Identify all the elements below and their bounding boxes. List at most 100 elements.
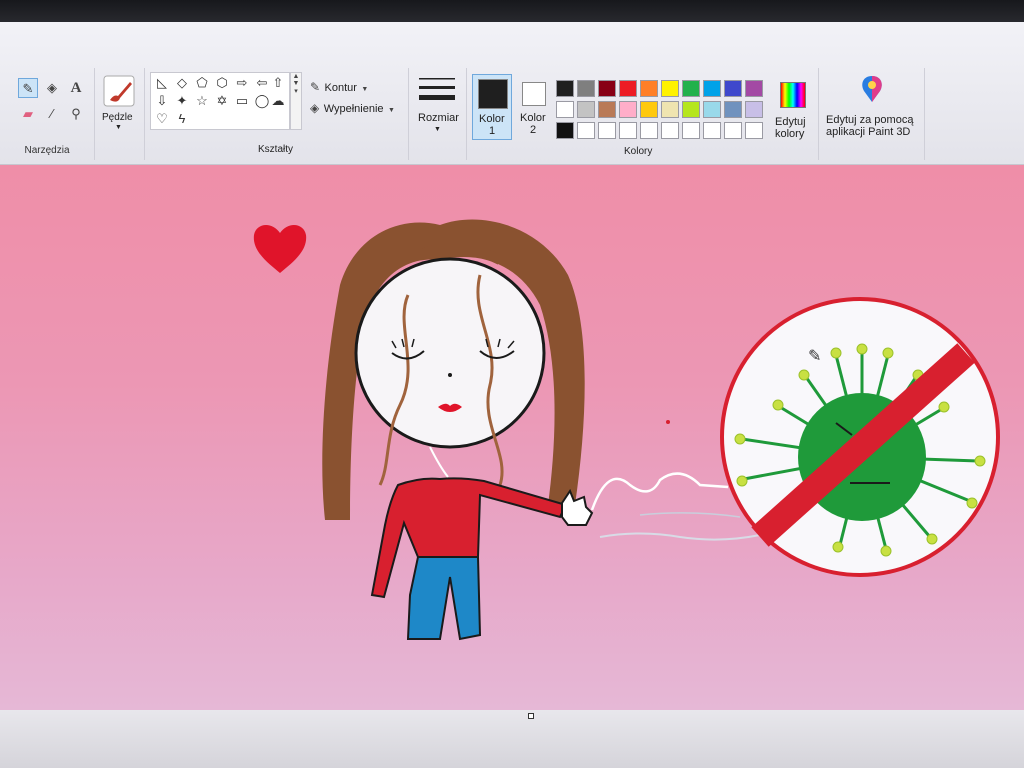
brushes-label: Pędzle <box>102 112 133 123</box>
edit-colors-label-1: Edytuj <box>775 116 806 128</box>
drawing-canvas[interactable]: ✎ <box>0 165 1024 710</box>
palette-swatch[interactable] <box>745 101 763 118</box>
paint-window: ✎ ◈ A ▰ ⁄ ⚲ Narzędzia Pędzle ▼ ◺ ◇ ⬠ ⬡ ⇨… <box>0 22 1024 768</box>
text-icon[interactable]: A <box>66 78 86 98</box>
palette-swatch[interactable] <box>703 80 721 97</box>
outline-icon: ✎ <box>310 80 321 94</box>
palette-swatch[interactable] <box>661 122 679 139</box>
color2-button[interactable]: Kolor 2 <box>514 74 554 140</box>
outline-button[interactable]: ✎ Kontur ▼ <box>310 78 368 96</box>
face-drawing <box>354 257 546 449</box>
palette-swatch[interactable] <box>682 101 700 118</box>
palette-swatch[interactable] <box>577 101 595 118</box>
paint3d-button[interactable]: Edytuj za pomocą aplikacji Paint 3D <box>822 74 920 140</box>
color-palette <box>556 80 776 144</box>
paint3d-icon <box>862 76 882 102</box>
palette-swatch[interactable] <box>556 101 574 118</box>
palette-swatch[interactable] <box>640 80 658 97</box>
line-width-icon <box>419 78 455 100</box>
arrow-down-shape-icon[interactable]: ⇩ <box>153 92 171 109</box>
palette-swatch[interactable] <box>598 80 616 97</box>
palette-swatch[interactable] <box>577 122 595 139</box>
canvas-resize-handle[interactable] <box>528 713 534 719</box>
ribbon: ✎ ◈ A ▰ ⁄ ⚲ Narzędzia Pędzle ▼ ◺ ◇ ⬠ ⬡ ⇨… <box>0 22 1024 165</box>
color2-number: 2 <box>530 124 537 136</box>
size-group: Rozmiar ▼ <box>408 68 467 160</box>
edit-colors-label-2: kolory <box>775 128 805 140</box>
color-picker-icon[interactable]: ⁄ <box>42 104 62 124</box>
pants-drawing <box>406 556 482 641</box>
paint3d-label-1: Edytuj za pomocą <box>826 114 914 126</box>
outline-chevron-icon: ▼ <box>361 86 369 93</box>
paint3d-group: Edytuj za pomocą aplikacji Paint 3D <box>818 68 925 160</box>
heart-shape-icon[interactable]: ♡ <box>153 110 171 127</box>
palette-swatch[interactable] <box>619 101 637 118</box>
palette-swatch[interactable] <box>661 101 679 118</box>
chevron-down-icon: ▼ <box>115 124 122 131</box>
shapes-scrollbar[interactable]: ▲ ▼ ▾ <box>290 72 302 130</box>
color1-label: Kolor <box>479 113 505 125</box>
status-bar <box>0 710 1024 768</box>
color1-number: 1 <box>489 125 496 137</box>
palette-swatch[interactable] <box>598 122 616 139</box>
outline-label: Kontur <box>324 82 357 94</box>
pencil-icon[interactable]: ✎ <box>18 78 38 98</box>
colors-group-label: Kolory <box>624 146 653 157</box>
palette-swatch[interactable] <box>703 101 721 118</box>
fill-label: Wypełnienie <box>323 103 384 115</box>
palette-swatch[interactable] <box>745 80 763 97</box>
palette-swatch[interactable] <box>556 122 574 139</box>
fill-bucket-icon[interactable]: ◈ <box>42 78 62 98</box>
arrow-right-shape-icon[interactable]: ⇨ <box>233 74 251 91</box>
triangle-right-shape-icon[interactable]: ◺ <box>153 74 171 91</box>
arrow-up-shape-icon[interactable]: ⇧ <box>269 74 287 91</box>
palette-swatch[interactable] <box>682 80 700 97</box>
palette-swatch[interactable] <box>682 122 700 139</box>
palette-swatch[interactable] <box>556 80 574 97</box>
hexagon-shape-icon[interactable]: ⬡ <box>213 74 231 91</box>
brushes-button[interactable]: Pędzle ▼ <box>98 72 140 132</box>
palette-swatch[interactable] <box>724 101 742 118</box>
size-chevron-icon: ▼ <box>434 126 441 133</box>
color-spectrum-icon <box>780 82 806 108</box>
diamond-shape-icon[interactable]: ◇ <box>173 74 191 91</box>
edit-colors-button[interactable]: Edytuj kolory <box>772 80 812 144</box>
tools-group: ✎ ◈ A ▰ ⁄ ⚲ Narzędzia <box>0 68 95 160</box>
tools-group-label: Narzędzia <box>24 145 70 156</box>
size-button[interactable]: Rozmiar ▼ <box>412 72 462 142</box>
size-label: Rozmiar <box>418 112 459 124</box>
palette-swatch[interactable] <box>640 122 658 139</box>
fill-chevron-icon: ▼ <box>387 107 395 114</box>
palette-swatch[interactable] <box>724 122 742 139</box>
palette-swatch[interactable] <box>577 80 595 97</box>
palette-swatch[interactable] <box>724 80 742 97</box>
eraser-icon[interactable]: ▰ <box>18 104 38 124</box>
color1-button[interactable]: Kolor 1 <box>472 74 512 140</box>
palette-swatch[interactable] <box>619 80 637 97</box>
palette-swatch[interactable] <box>598 101 616 118</box>
callout-cloud-shape-icon[interactable]: ☁ <box>269 92 287 109</box>
palette-swatch[interactable] <box>661 80 679 97</box>
palette-swatch[interactable] <box>640 101 658 118</box>
star6-shape-icon[interactable]: ✡ <box>213 92 231 109</box>
shapes-gallery[interactable]: ◺ ◇ ⬠ ⬡ ⇨ ⇦ ⇧ ⇩ ✦ ☆ ✡ ▭ ◯ ☁ ♡ ϟ <box>150 72 290 130</box>
palette-swatch[interactable] <box>619 122 637 139</box>
shapes-group-label: Kształty <box>258 144 294 155</box>
palette-swatch[interactable] <box>745 122 763 139</box>
color2-swatch <box>522 82 546 106</box>
lightning-shape-icon[interactable]: ϟ <box>173 110 191 127</box>
color2-label: Kolor <box>520 112 546 124</box>
drawing-artwork: ✎ <box>253 219 1000 641</box>
star4-shape-icon[interactable]: ✦ <box>173 92 191 109</box>
palette-swatch[interactable] <box>703 122 721 139</box>
fill-button[interactable]: ◈ Wypełnienie ▼ <box>310 99 395 117</box>
heart-drawing <box>253 224 307 273</box>
pencil-cursor-icon: ✎ <box>808 346 821 365</box>
brush-icon <box>103 75 135 107</box>
callout-rect-shape-icon[interactable]: ▭ <box>233 92 251 109</box>
fill-icon: ◈ <box>310 101 320 115</box>
star5-shape-icon[interactable]: ☆ <box>193 92 211 109</box>
paint3d-label-2: aplikacji Paint 3D <box>826 126 911 138</box>
pentagon-shape-icon[interactable]: ⬠ <box>193 74 211 91</box>
magnifier-icon[interactable]: ⚲ <box>66 104 86 124</box>
